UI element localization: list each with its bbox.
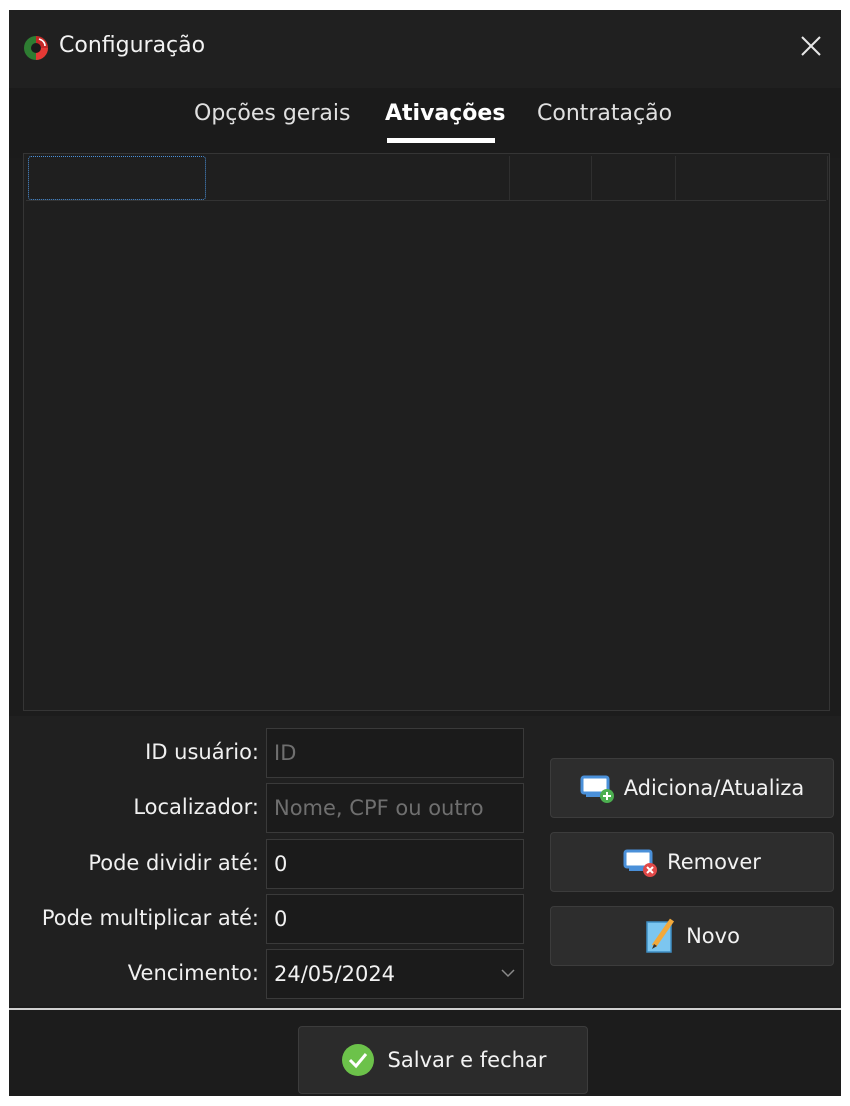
add-update-button[interactable]: Adiciona/Atualiza <box>550 758 834 818</box>
pode-dividir-input[interactable]: 0 <box>266 839 524 889</box>
pode-multiplicar-label: Pode multiplicar até: <box>41 906 259 930</box>
window-title: Configuração <box>59 33 206 58</box>
remove-label: Remover <box>667 850 761 874</box>
save-and-close-button[interactable]: Salvar e fechar <box>298 1026 588 1094</box>
monitor-remove-icon <box>623 849 658 877</box>
chevron-down-icon[interactable] <box>501 968 515 978</box>
pode-dividir-label: Pode dividir até: <box>88 851 259 875</box>
localizador-input[interactable]: Nome, CPF ou outro <box>266 783 524 833</box>
close-icon <box>801 36 821 56</box>
tab-opcoes-gerais[interactable]: Opções gerais <box>194 98 350 130</box>
vencimento-value: 24/05/2024 <box>274 962 396 986</box>
activations-grid[interactable] <box>23 153 830 711</box>
id-usuario-input[interactable]: ID <box>266 728 524 778</box>
app-logo-icon <box>24 36 48 60</box>
vencimento-label: Vencimento: <box>127 961 259 985</box>
title-bar: Configuração <box>9 10 841 88</box>
save-and-close-label: Salvar e fechar <box>387 1048 547 1072</box>
configuration-dialog: Configuração Opções gerais Ativações Con… <box>9 10 841 1096</box>
check-circle-icon <box>341 1044 374 1076</box>
new-button[interactable]: Novo <box>550 906 834 966</box>
activation-form: ID usuário: Localizador: Pode dividir at… <box>9 716 841 1006</box>
table-cell[interactable] <box>676 156 828 200</box>
table-cell[interactable] <box>592 156 676 200</box>
table-cell-focused[interactable] <box>28 156 206 200</box>
pode-multiplicar-input[interactable]: 0 <box>266 894 524 944</box>
tab-bar: Opções gerais Ativações Contratação <box>9 88 841 158</box>
table-row[interactable] <box>26 156 828 201</box>
new-label: Novo <box>686 924 740 948</box>
tab-ativacoes[interactable]: Ativações <box>385 98 505 130</box>
remove-button[interactable]: Remover <box>550 832 834 892</box>
id-usuario-label: ID usuário: <box>145 740 259 764</box>
vencimento-date-picker[interactable]: 24/05/2024 <box>266 949 524 999</box>
table-cell[interactable] <box>208 156 510 200</box>
monitor-add-icon <box>580 775 614 803</box>
tab-contratacao[interactable]: Contratação <box>537 98 672 130</box>
notepad-pencil-icon <box>646 918 675 953</box>
active-tab-indicator <box>387 138 495 143</box>
add-update-label: Adiciona/Atualiza <box>623 776 805 800</box>
table-cell[interactable] <box>510 156 592 200</box>
dialog-footer: Salvar e fechar <box>9 1010 841 1096</box>
close-button[interactable] <box>791 26 831 66</box>
localizador-label: Localizador: <box>133 795 259 819</box>
